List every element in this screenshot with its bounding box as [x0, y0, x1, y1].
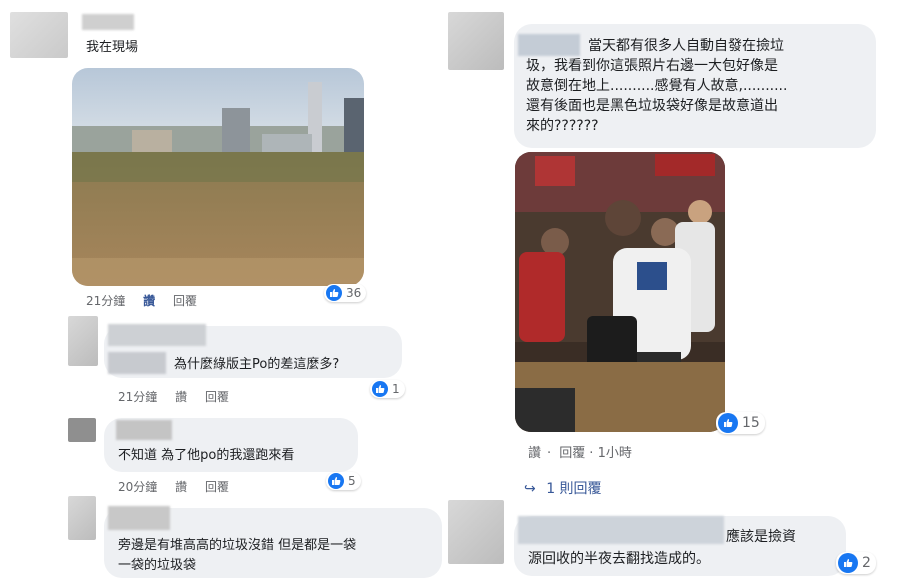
avatar[interactable]: [448, 500, 504, 564]
blurred-name: [108, 324, 206, 346]
reply-arrow-icon: ↪: [524, 481, 536, 497]
thumbs-up-icon: [372, 381, 388, 397]
like-link[interactable]: 讚: [143, 294, 155, 308]
thumbs-up-icon: [838, 553, 858, 573]
blurred-name: [116, 420, 172, 440]
comment-text: 我在現場: [86, 40, 139, 55]
blurred-name: [108, 506, 170, 530]
comment-meta: 20分鐘 讚 回覆: [118, 478, 243, 495]
reaction-count[interactable]: 36: [324, 284, 367, 302]
reply-link[interactable]: 回覆: [559, 446, 585, 461]
avatar[interactable]: [68, 496, 96, 540]
avatar[interactable]: [68, 418, 96, 442]
comment-text: 不知道 為了他po的我還跑來看: [118, 448, 295, 463]
comment-text: 旁邊是有堆高高的垃圾沒錯 但是都是一袋 一袋的垃圾袋: [118, 538, 357, 573]
reaction-number: 2: [862, 555, 871, 571]
timestamp: 1小時: [597, 446, 632, 461]
thumbs-up-icon: [718, 413, 738, 433]
reaction-count[interactable]: 5: [326, 472, 361, 490]
like-link[interactable]: 讚: [528, 446, 541, 461]
view-replies-link[interactable]: ↪ 1 則回覆: [524, 478, 602, 498]
comment-meta: 21分鐘 讚 回覆: [118, 388, 243, 405]
reply-link[interactable]: 回覆: [205, 480, 229, 494]
blurred-name: [82, 14, 134, 30]
like-link[interactable]: 讚: [175, 390, 187, 404]
timestamp: 21分鐘: [118, 390, 158, 404]
comment-photo-field[interactable]: [72, 68, 364, 286]
avatar[interactable]: [10, 12, 68, 58]
reaction-number: 36: [346, 286, 362, 300]
comment-photo-crowd[interactable]: [515, 152, 725, 432]
comment-text: 為什麼綠版主Po的差這麼多?: [174, 357, 340, 372]
reply-link[interactable]: 回覆: [173, 294, 197, 308]
reply-link[interactable]: 回覆: [205, 390, 229, 404]
blurred-name: [108, 352, 166, 374]
reaction-number: 5: [348, 474, 356, 488]
timestamp: 21分鐘: [86, 294, 126, 308]
comment-meta: 讚 · 回覆 · 1小時: [528, 446, 632, 461]
like-link[interactable]: 讚: [175, 480, 187, 494]
reaction-count[interactable]: 2: [836, 552, 876, 574]
comment-text: 當天都有很多人自動自發在撿垃 圾，我看到你這張照片右邊一大包好像是 故意倒在地上…: [526, 38, 788, 134]
reaction-number: 15: [742, 415, 760, 431]
replies-count: 1 則回覆: [546, 481, 602, 497]
reaction-count[interactable]: 1: [370, 380, 405, 398]
timestamp: 20分鐘: [118, 480, 158, 494]
thumbs-up-icon: [326, 285, 342, 301]
reaction-number: 1: [392, 382, 400, 396]
avatar[interactable]: [68, 316, 98, 366]
comment-meta: 21分鐘 讚 回覆: [86, 292, 211, 309]
reaction-count[interactable]: 15: [716, 412, 765, 434]
comment-text: 應該是撿資 源回收的半夜去翻找造成的。: [528, 529, 796, 567]
thumbs-up-icon: [328, 473, 344, 489]
avatar[interactable]: [448, 12, 504, 70]
